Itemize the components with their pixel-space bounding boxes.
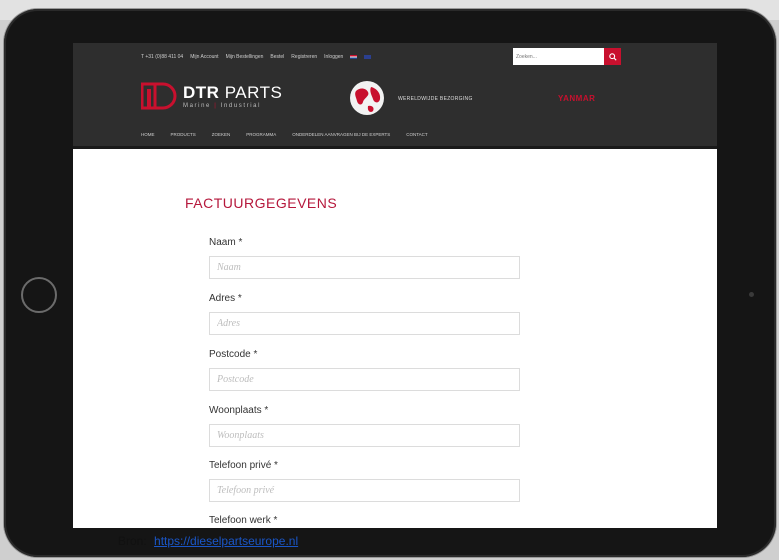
logo-subtitle: Marine | Industrial [183, 102, 262, 109]
site-header: T +31 (0)88 411 04 Mijn Account Mijn Bes… [73, 43, 717, 149]
city-label: Woonplaats * [209, 405, 269, 416]
dtr-logo-icon [141, 82, 177, 110]
topbar-link-login[interactable]: Inloggen [324, 54, 343, 60]
phone-number: T +31 (0)88 411 04 [141, 54, 184, 60]
form-title: FACTUURGEGEVENS [185, 195, 338, 211]
city-field[interactable] [209, 424, 520, 447]
home-button[interactable] [21, 277, 57, 313]
main-nav: HOME PRODUCTS ZOEKEN PROGRAMMA ONDERDELE… [141, 132, 428, 137]
postcode-label: Postcode * [209, 349, 258, 360]
topbar-link-order[interactable]: Bestel [270, 54, 284, 60]
phone-private-label: Telefoon privé * [209, 460, 278, 471]
nav-item-search[interactable]: ZOEKEN [212, 132, 231, 137]
phone-work-label: Telefoon werk * [209, 515, 278, 526]
site-logo[interactable]: DTR PARTS Marine | Industrial [141, 81, 282, 111]
globe-icon [350, 81, 384, 115]
name-field[interactable] [209, 256, 520, 279]
nav-item-products[interactable]: PRODUCTS [171, 132, 196, 137]
top-bar: T +31 (0)88 411 04 Mijn Account Mijn Bes… [141, 52, 372, 62]
topbar-link-register[interactable]: Registreren [291, 54, 317, 60]
phone-private-field[interactable] [209, 479, 520, 502]
flag-uk-icon[interactable] [364, 55, 372, 59]
nav-item-contact[interactable]: CONTACT [406, 132, 427, 137]
postcode-field[interactable] [209, 368, 520, 391]
tablet-screen: T +31 (0)88 411 04 Mijn Account Mijn Bes… [73, 43, 717, 528]
nav-item-home[interactable]: HOME [141, 132, 155, 137]
address-field[interactable] [209, 312, 520, 335]
name-label: Naam * [209, 237, 243, 248]
nav-item-program[interactable]: PROGRAMMA [246, 132, 276, 137]
search-box [513, 48, 621, 65]
search-button[interactable] [604, 48, 621, 65]
topbar-link-account[interactable]: Mijn Account [190, 54, 218, 60]
partner-brand-logo: YANMAR [558, 94, 596, 103]
search-icon [608, 52, 617, 61]
source-prefix: Bron: [118, 534, 147, 548]
source-link[interactable]: https://dieselpartseurope.nl [154, 534, 298, 548]
camera-icon [749, 292, 754, 297]
search-input[interactable] [513, 49, 604, 64]
shipping-tagline: WERELDWIJDE BEZORGING [398, 96, 473, 102]
source-caption: Bron: https://dieselpartseurope.nl [118, 534, 298, 548]
header-divider [73, 146, 717, 149]
flag-nl-icon[interactable] [350, 55, 358, 59]
address-label: Adres * [209, 293, 242, 304]
topbar-link-orders[interactable]: Mijn Bestellingen [226, 54, 264, 60]
logo-title: DTR PARTS [183, 82, 283, 102]
nav-item-request-parts[interactable]: ONDERDELEN AANVRAGEN BIJ DE EXPERTS [292, 132, 390, 137]
